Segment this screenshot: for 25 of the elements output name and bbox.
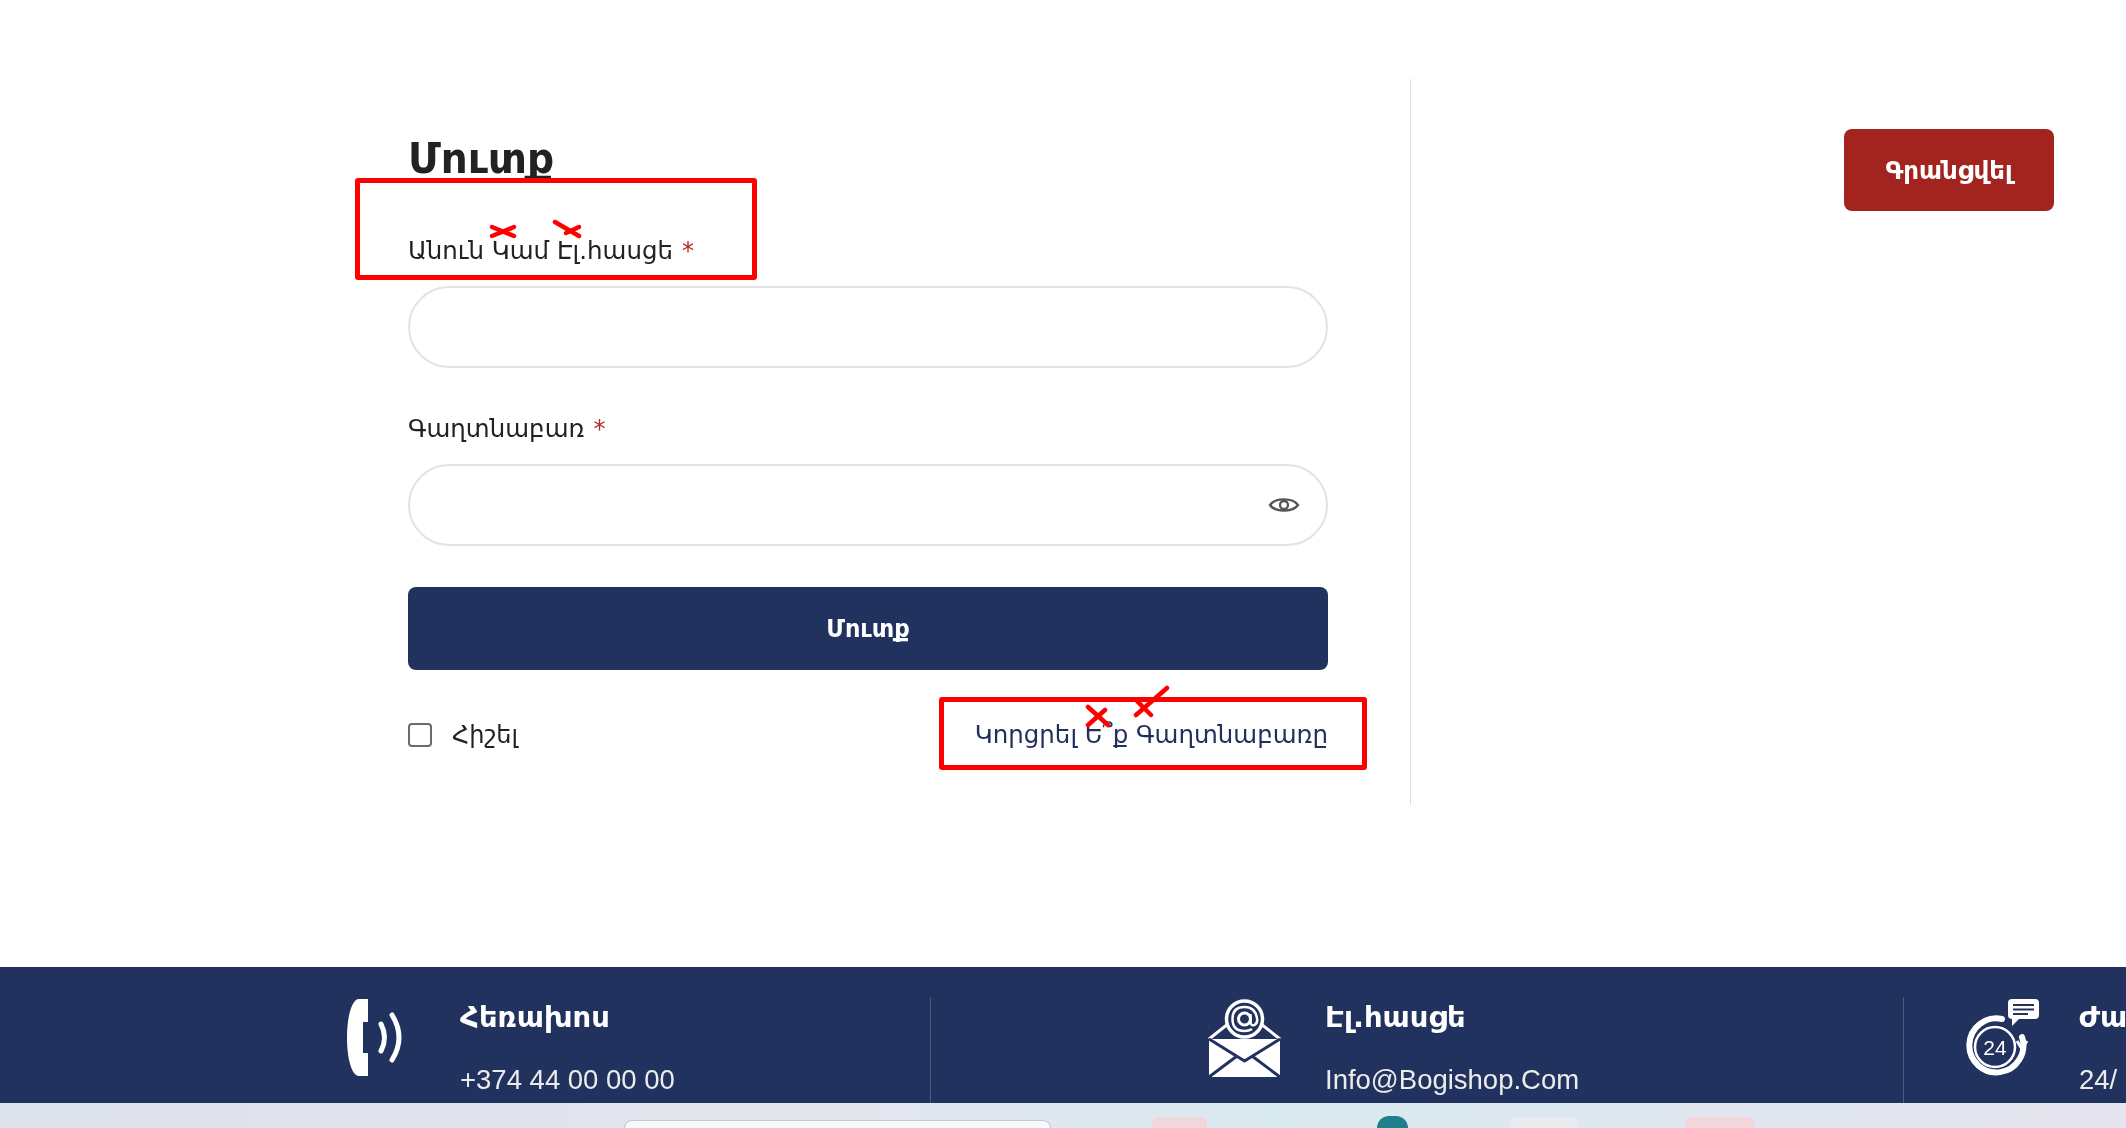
login-title: Մուտք — [408, 134, 555, 184]
password-field[interactable] — [408, 464, 1328, 546]
contact-title: Ժա — [2079, 1000, 2126, 1034]
eye-icon[interactable] — [1268, 495, 1300, 515]
login-button[interactable]: Մուտք — [408, 587, 1328, 670]
register-button[interactable]: Գրանցվել — [1844, 129, 2054, 211]
forgot-password-link[interactable]: Կորցրել Ե՞ք Գաղտնաբառը — [974, 720, 1328, 750]
contact-title: Հեռախոս — [460, 1000, 610, 1034]
contact-value: +374 44 00 00 00 — [460, 1065, 675, 1095]
cross-mark-icon — [488, 224, 517, 239]
field-label: Գաղտնաբառ — [408, 414, 585, 443]
required-asterisk: * — [593, 414, 606, 444]
required-asterisk: * — [682, 236, 694, 266]
contact-value: 24/ — [2079, 1065, 2118, 1095]
field-label: Անուն Կամ Էլ.հասցե — [408, 236, 673, 265]
cross-mark-icon — [552, 219, 582, 239]
cross-mark-icon — [1133, 685, 1171, 718]
username-field[interactable] — [408, 286, 1328, 368]
envelope-at-icon — [1207, 997, 1282, 1078]
remember-checkbox[interactable] — [408, 723, 432, 747]
remember-label: Հիշել — [452, 720, 519, 750]
taskbar-app-icon[interactable] — [1377, 1116, 1408, 1128]
taskbar-search-field[interactable] — [624, 1120, 1051, 1128]
contact-value: Info@Bogishop.Com — [1325, 1065, 1580, 1095]
contact-title: Էլ.հասցե — [1325, 1000, 1466, 1034]
